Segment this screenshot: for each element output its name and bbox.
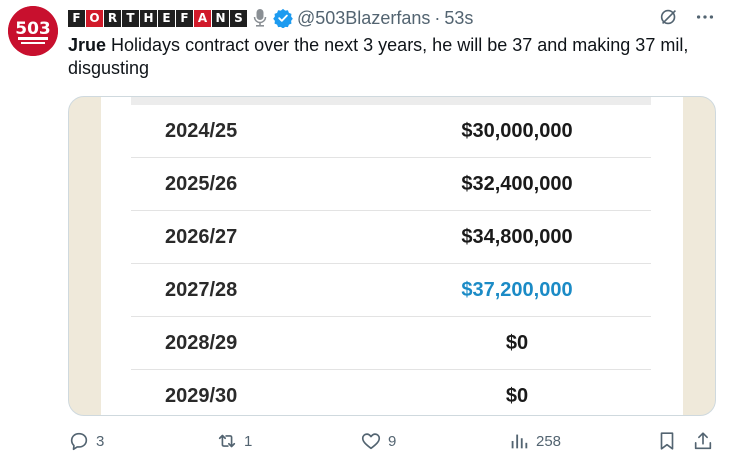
heart-icon (361, 433, 381, 450)
like-count: 9 (388, 432, 397, 450)
avatar[interactable]: 503 (8, 6, 58, 56)
reply-count: 3 (96, 432, 105, 450)
brand-letter: A (194, 9, 211, 27)
separator: · (434, 7, 441, 28)
more-options-icon[interactable] (694, 6, 716, 28)
brand-letter: F (68, 9, 85, 27)
bookmark-button[interactable] (656, 430, 678, 452)
timestamp[interactable]: 53s (444, 8, 473, 29)
table-row: 2029/30 $0 (131, 370, 651, 415)
avatar-logo-icon: 503 (8, 6, 58, 56)
amount-cell: $0 (505, 385, 529, 407)
season-cell: 2026/27 (165, 226, 238, 248)
season-cell: 2029/30 (165, 385, 238, 407)
tweet-header: F O R T H E F A N S @503Blazerfans · 53s (68, 6, 473, 30)
contract-table: 2024/25 $30,000,000 2025/26 $32,400,000 … (101, 97, 683, 415)
amount-cell: $30,000,000 (461, 120, 573, 142)
table-row: 2026/27 $34,800,000 (131, 211, 651, 264)
views-count: 258 (536, 432, 562, 450)
tweet-media-image[interactable]: 2024/25 $30,000,000 2025/26 $32,400,000 … (68, 96, 716, 416)
season-cell: 2025/26 (165, 173, 238, 195)
tweet-top-actions (658, 6, 716, 28)
brand-letter: S (230, 9, 247, 27)
bookmark-icon (660, 432, 674, 450)
season-cell: 2028/29 (165, 332, 238, 354)
brand-letter: T (122, 9, 139, 27)
user-handle[interactable]: @503Blazerfans (297, 8, 430, 29)
display-name[interactable]: F O R T H E F A N S (68, 9, 247, 27)
retweet-icon (218, 434, 236, 448)
views-bar-chart-icon (511, 434, 528, 449)
brand-letter: N (212, 9, 229, 27)
table-row: 2027/28 $37,200,000 (131, 264, 651, 317)
tweet-text: Jrue Holidays contract over the next 3 y… (68, 34, 718, 80)
table-row: 2028/29 $0 (131, 317, 651, 370)
season-cell: 2027/28 (165, 279, 238, 301)
amount-cell: $0 (505, 332, 529, 354)
table-top-strip (131, 97, 651, 105)
table-row: 2024/25 $30,000,000 (131, 105, 651, 158)
verified-badge-icon[interactable] (273, 8, 293, 28)
tweet-bold-lead: Jrue (68, 35, 107, 55)
brand-letter: O (86, 9, 103, 27)
amount-cell: $34,800,000 (461, 226, 573, 248)
avatar-text: 503 (15, 19, 51, 39)
amount-cell-highlighted: $37,200,000 (461, 279, 573, 301)
season-cell: 2024/25 (165, 120, 238, 142)
share-button[interactable] (692, 430, 714, 452)
reply-button[interactable]: 3 (68, 430, 104, 452)
reply-icon (70, 432, 88, 451)
brand-letter: F (176, 9, 193, 27)
microphone-icon (253, 9, 267, 27)
brand-letter: E (158, 9, 175, 27)
retweet-button[interactable]: 1 (216, 430, 252, 452)
retweet-count: 1 (244, 432, 253, 450)
tweet-body: Holidays contract over the next 3 years,… (68, 35, 689, 78)
share-icon (694, 432, 712, 450)
amount-cell: $32,400,000 (461, 173, 573, 195)
brand-letter: R (104, 9, 121, 27)
tweet-action-bar: 3 1 9 258 (68, 430, 716, 458)
grok-icon[interactable] (658, 6, 680, 28)
views-button[interactable]: 258 (508, 430, 561, 452)
like-button[interactable]: 9 (360, 430, 396, 452)
brand-letter: H (140, 9, 157, 27)
table-row: 2025/26 $32,400,000 (131, 158, 651, 211)
